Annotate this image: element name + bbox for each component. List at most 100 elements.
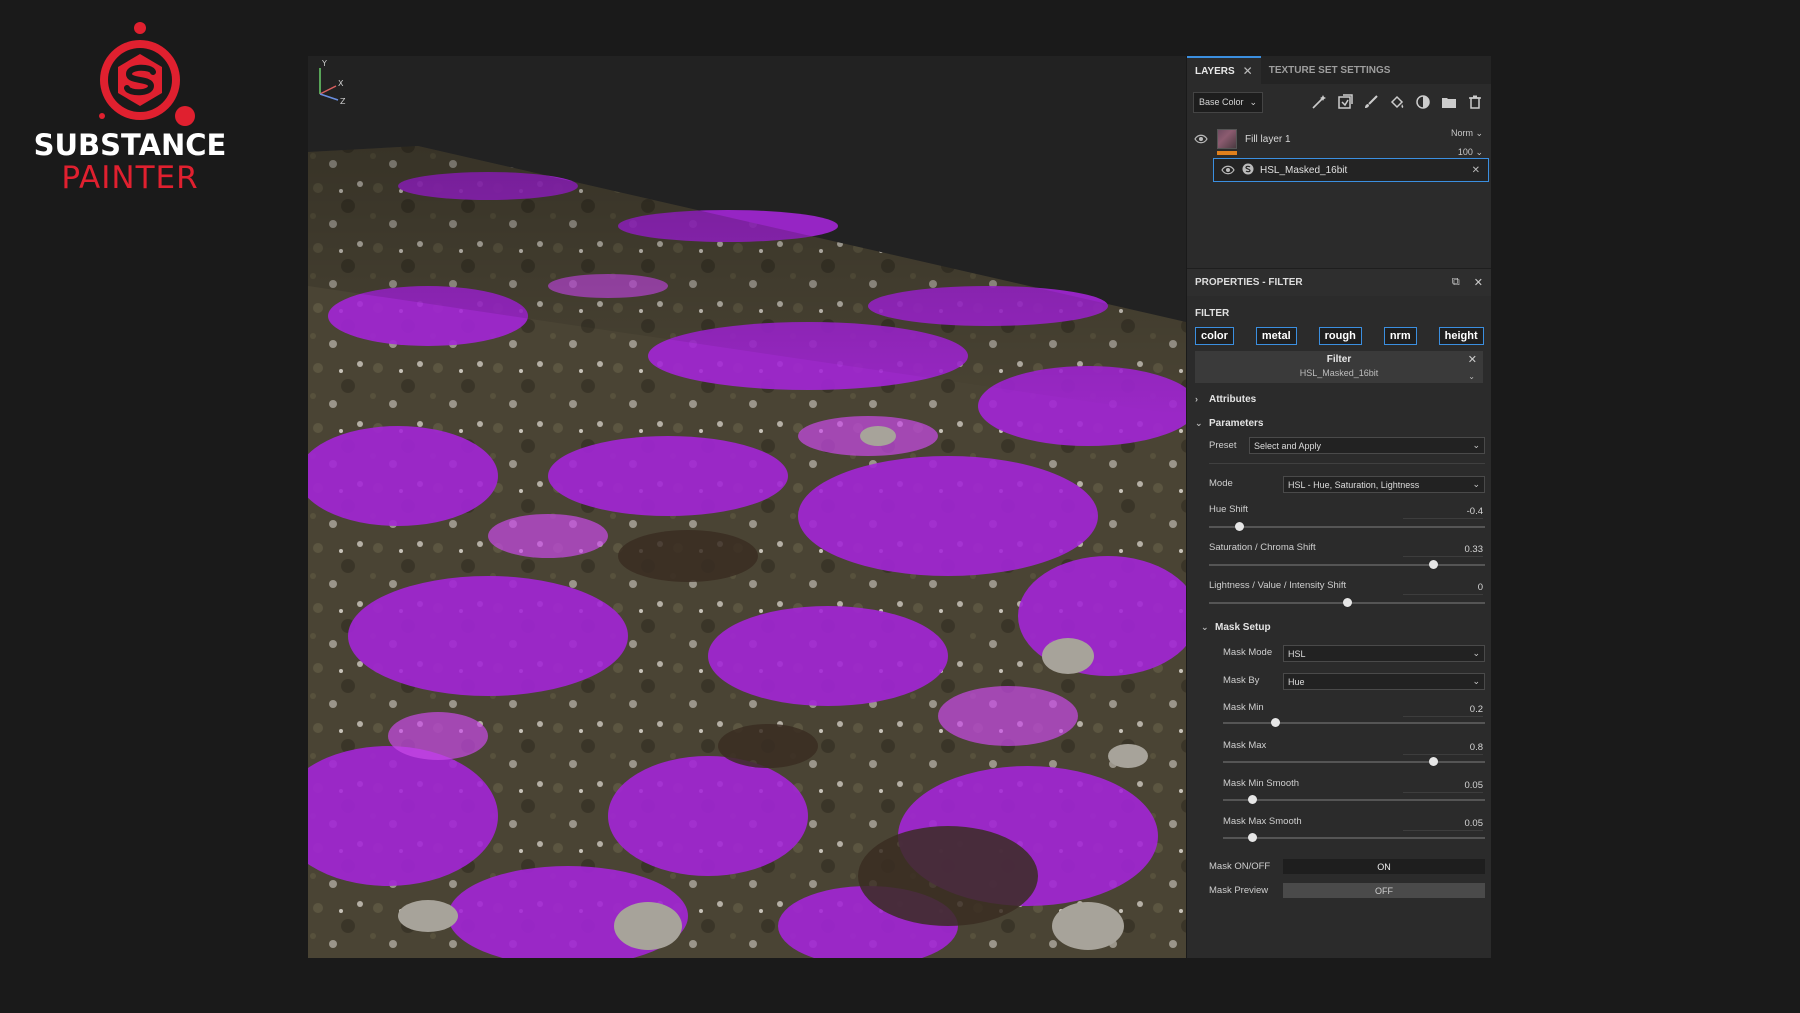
blend-mode-dropdown[interactable]: Norm ⌄ <box>1451 124 1483 143</box>
slider-track[interactable] <box>1223 718 1485 727</box>
chevron-down-icon: ⌄ <box>1472 648 1480 658</box>
mode-value: HSL - Hue, Saturation, Lightness <box>1288 479 1420 490</box>
visibility-eye-icon[interactable] <box>1193 133 1209 145</box>
mask-mode-dropdown[interactable]: HSL ⌄ <box>1283 645 1485 662</box>
close-icon[interactable]: ✕ <box>1474 276 1483 289</box>
properties-title: PROPERTIES - FILTER <box>1195 277 1303 288</box>
slider-value[interactable]: 0.05 <box>1403 818 1483 831</box>
panel-tabs: LAYERS ✕ TEXTURE SET SETTINGS <box>1187 56 1491 84</box>
tab-texture-set-settings[interactable]: TEXTURE SET SETTINGS <box>1261 56 1399 84</box>
visibility-eye-icon[interactable] <box>1220 164 1236 176</box>
slider-handle[interactable] <box>1247 795 1257 804</box>
slider-label: Hue Shift <box>1209 504 1249 515</box>
slider-value[interactable]: 0.33 <box>1403 544 1483 557</box>
layer-name: Fill layer 1 <box>1245 133 1291 145</box>
mask-preview-label: Mask Preview <box>1209 885 1269 896</box>
channel-button-height[interactable]: height <box>1438 327 1484 345</box>
preset-label: Preset <box>1209 440 1237 451</box>
logo-text-painter: PAINTER <box>61 160 199 196</box>
tab-layers-label: LAYERS <box>1195 65 1235 77</box>
folder-icon[interactable] <box>1439 92 1459 112</box>
slider-label: Saturation / Chroma Shift <box>1209 542 1316 553</box>
chevron-down-icon: ⌄ <box>1472 676 1480 686</box>
slider-track[interactable] <box>1209 522 1485 531</box>
chevron-down-icon: ⌄ <box>1201 621 1209 632</box>
slider-handle[interactable] <box>1271 718 1281 727</box>
slider-track[interactable] <box>1223 795 1485 804</box>
magic-wand-icon[interactable] <box>1309 92 1329 112</box>
attributes-label: Attributes <box>1209 393 1257 405</box>
slider-track[interactable] <box>1223 757 1485 766</box>
slider-label: Mask Min Smooth <box>1223 778 1300 789</box>
mask-by-value: Hue <box>1288 676 1305 687</box>
slider-value[interactable]: 0.2 <box>1403 704 1483 717</box>
effect-name: HSL_Masked_16bit <box>1260 164 1348 176</box>
generator-icon[interactable] <box>1335 92 1355 112</box>
tab-layers[interactable]: LAYERS ✕ <box>1187 56 1261 84</box>
mask-onoff-label: Mask ON/OFF <box>1209 861 1271 872</box>
slider-handle[interactable] <box>1428 757 1438 766</box>
channel-button-rough[interactable]: rough <box>1318 327 1362 345</box>
channel-button-color[interactable]: color <box>1195 327 1234 345</box>
gizmo-z-label: Z <box>340 97 346 106</box>
attributes-group[interactable]: › Attributes <box>1187 383 1491 407</box>
slider-value[interactable]: 0 <box>1403 582 1483 595</box>
slider-label: Mask Min <box>1223 702 1264 713</box>
parameters-body: Preset Select and Apply ⌄ Mode HSL - Hue… <box>1187 431 1491 861</box>
chevron-down-icon: ⌄ <box>1472 440 1480 450</box>
channel-button-nrm[interactable]: nrm <box>1383 327 1417 345</box>
undock-icon[interactable]: ⧉ <box>1452 276 1460 289</box>
mask-onoff-toggle[interactable]: ON <box>1283 859 1485 874</box>
mask-setup-label: Mask Setup <box>1215 621 1271 633</box>
slider-track[interactable] <box>1209 560 1485 569</box>
mode-dropdown[interactable]: HSL - Hue, Saturation, Lightness ⌄ <box>1283 476 1485 493</box>
parameters-label: Parameters <box>1209 417 1264 429</box>
axis-gizmo-icon: Y X Z <box>319 59 346 106</box>
slider-handle[interactable] <box>1247 833 1257 842</box>
channel-buttons: color metal rough nrm height <box>1187 327 1491 345</box>
gizmo-y-label: Y <box>321 59 327 68</box>
trash-icon[interactable] <box>1465 92 1485 112</box>
slider-value[interactable]: 0.05 <box>1403 780 1483 793</box>
layer-row-fill-layer[interactable]: Fill layer 1 Norm ⌄ 100 ⌄ <box>1187 120 1491 158</box>
fill-bucket-icon[interactable] <box>1387 92 1407 112</box>
layer-thumbnail <box>1217 129 1237 149</box>
parameters-group[interactable]: ⌄ Parameters <box>1187 407 1491 431</box>
layer-mask-indicator <box>1217 151 1237 155</box>
close-icon[interactable]: ✕ <box>1468 353 1477 366</box>
slider-value[interactable]: 0.8 <box>1403 742 1483 755</box>
substance-painter-logo: SUBSTANCE PAINTER <box>30 20 230 200</box>
preset-value: Select and Apply <box>1254 440 1322 451</box>
tab-texture-set-settings-label: TEXTURE SET SETTINGS <box>1268 64 1391 76</box>
mask-by-dropdown[interactable]: Hue ⌄ <box>1283 673 1485 690</box>
3d-viewport[interactable]: Y X Z <box>308 56 1186 958</box>
mask-mode-value: HSL <box>1288 648 1306 659</box>
filter-resource-box[interactable]: Filter HSL_Masked_16bit ✕ ⌄ <box>1195 351 1483 383</box>
chevron-down-icon: ⌄ <box>1472 479 1480 489</box>
substance-logo-icon <box>99 22 195 126</box>
slider-handle[interactable] <box>1343 598 1352 607</box>
filter-section-label: FILTER <box>1195 308 1230 319</box>
chevron-down-icon[interactable]: ⌄ <box>1468 372 1475 381</box>
chevron-down-icon: ⌄ <box>1195 417 1203 428</box>
effect-row-hsl-filter[interactable]: HSL_Masked_16bit ✕ <box>1213 158 1489 182</box>
paint-brush-icon[interactable] <box>1361 92 1381 112</box>
close-icon[interactable]: ✕ <box>1472 165 1480 176</box>
mask-mode-label: Mask Mode <box>1223 647 1273 658</box>
slider-value[interactable]: -0.4 <box>1403 506 1483 519</box>
slider-handle[interactable] <box>1428 560 1438 569</box>
substance-filter-icon <box>1242 163 1254 178</box>
slider-track[interactable] <box>1209 598 1485 607</box>
channel-dropdown[interactable]: Base Color ⌄ <box>1193 91 1263 113</box>
close-icon[interactable]: ✕ <box>1243 64 1253 78</box>
mask-setup-group[interactable]: ⌄ Mask Setup <box>1201 615 1271 639</box>
layers-empty-space <box>1187 182 1491 268</box>
properties-header: PROPERTIES - FILTER ⧉ ✕ <box>1187 268 1491 296</box>
logo-text-substance: SUBSTANCE <box>33 128 227 162</box>
smart-material-icon[interactable] <box>1413 92 1433 112</box>
preset-dropdown[interactable]: Select and Apply ⌄ <box>1249 437 1485 454</box>
mask-preview-toggle[interactable]: OFF <box>1283 883 1485 898</box>
channel-button-metal[interactable]: metal <box>1255 327 1297 345</box>
slider-track[interactable] <box>1223 833 1485 842</box>
slider-handle[interactable] <box>1235 522 1245 531</box>
